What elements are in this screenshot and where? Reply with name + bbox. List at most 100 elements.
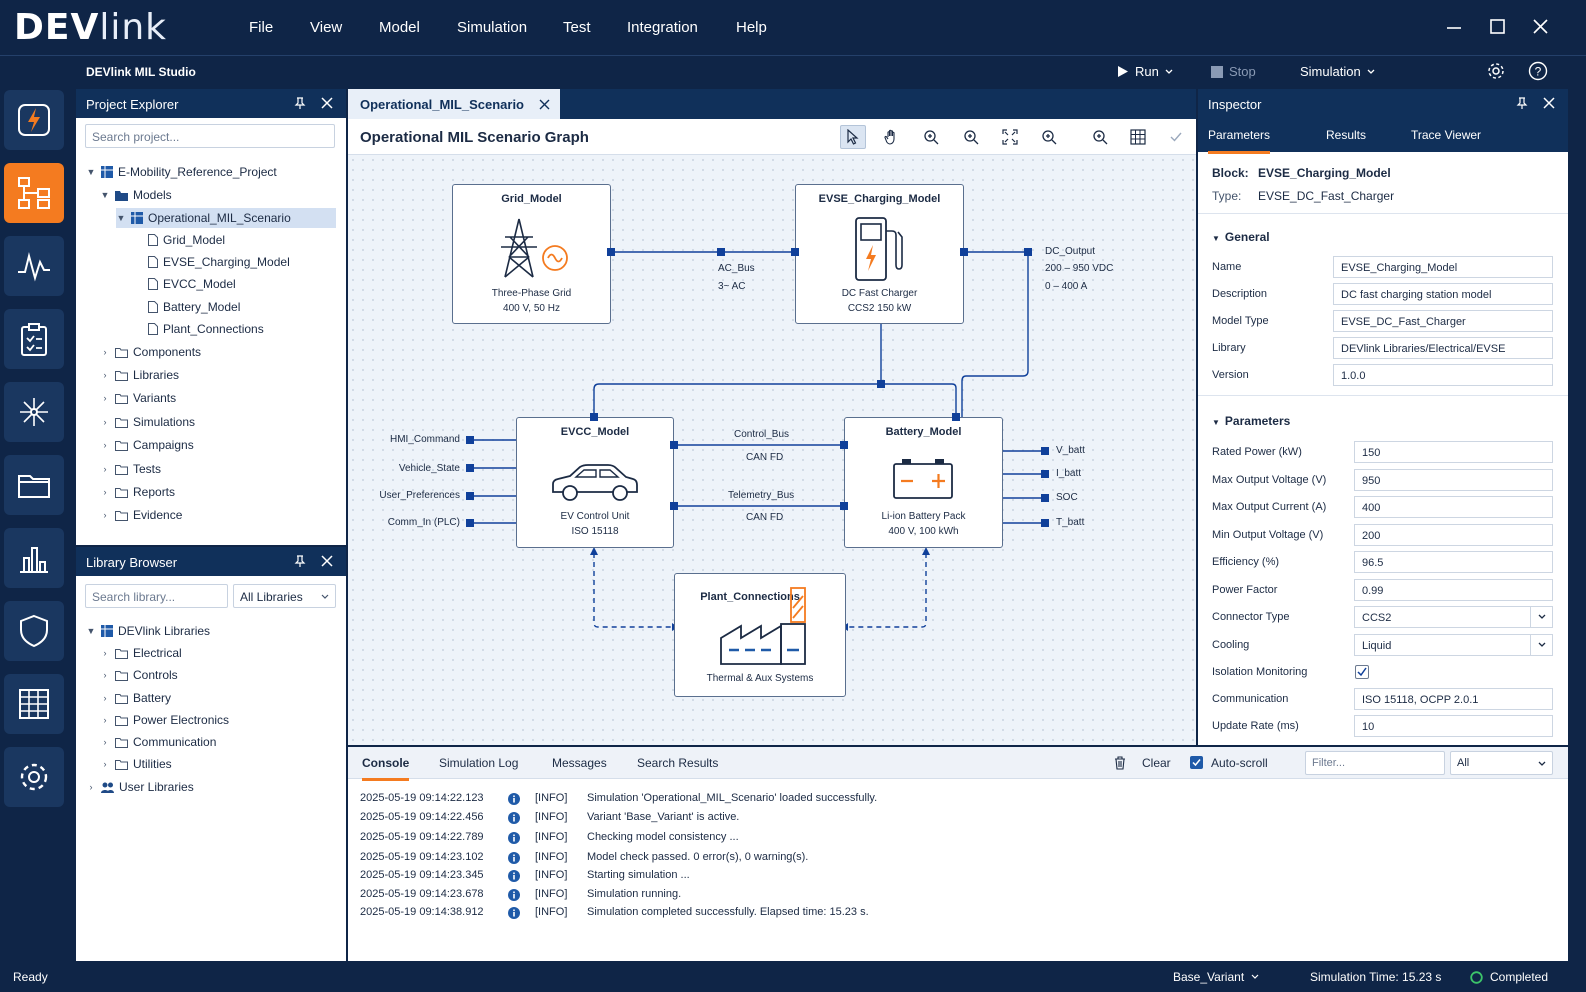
autoscroll-checkbox[interactable] bbox=[1190, 756, 1203, 769]
rated-power-field[interactable]: 150 bbox=[1354, 441, 1553, 463]
menu-model[interactable]: Model bbox=[379, 19, 420, 36]
library-search-input[interactable]: Search library... bbox=[85, 584, 228, 608]
tree-item-simulations[interactable]: › Simulations bbox=[100, 412, 196, 432]
library-filter-select[interactable]: All Libraries bbox=[233, 584, 336, 608]
model-graph-icon[interactable] bbox=[4, 163, 64, 223]
tree-item-plant-connections[interactable]: Plant_Connections bbox=[148, 319, 264, 339]
battery-control-port[interactable] bbox=[840, 441, 848, 449]
tree-item-operational-scenario[interactable]: ▼ Operational_MIL_Scenario bbox=[116, 208, 336, 228]
tree-item-models[interactable]: ▼ Models bbox=[100, 185, 172, 205]
pin-icon[interactable] bbox=[294, 97, 306, 110]
evse-dc-output-port[interactable] bbox=[960, 248, 968, 256]
signal-chart-icon[interactable] bbox=[4, 236, 64, 296]
battery-telemetry-port[interactable] bbox=[840, 502, 848, 510]
menu-file[interactable]: File bbox=[249, 19, 273, 36]
settings-gear-icon[interactable] bbox=[4, 747, 64, 807]
tree-item-grid-model[interactable]: Grid_Model bbox=[148, 230, 225, 250]
connector-type-select[interactable]: CCS2 bbox=[1354, 606, 1553, 628]
variant-selector[interactable]: Base_Variant bbox=[1173, 970, 1259, 984]
pin-icon[interactable] bbox=[294, 555, 306, 568]
close-icon[interactable] bbox=[539, 99, 550, 110]
library-field[interactable]: DEVlink Libraries/Electrical/EVSE bbox=[1333, 337, 1553, 359]
settings-gear-icon[interactable] bbox=[1486, 61, 1506, 81]
close-window-icon[interactable] bbox=[1528, 14, 1554, 40]
menu-help[interactable]: Help bbox=[736, 19, 767, 36]
tab-console[interactable]: Console bbox=[362, 756, 410, 781]
log-level-select[interactable]: All bbox=[1450, 751, 1553, 775]
model-type-field[interactable]: EVSE_DC_Fast_Charger bbox=[1333, 310, 1553, 332]
evse-model-block[interactable]: EVSE_Charging_Model DC Fast Charger CCS2… bbox=[795, 184, 964, 324]
tree-item-project[interactable]: ▼ E-Mobility_Reference_Project bbox=[86, 162, 277, 182]
evcc-power-port[interactable] bbox=[590, 413, 598, 421]
tree-item-variants[interactable]: › Variants bbox=[100, 388, 177, 408]
version-field[interactable]: 1.0.0 bbox=[1333, 364, 1553, 386]
tab-messages[interactable]: Messages bbox=[552, 756, 607, 770]
tab-parameters[interactable]: Parameters bbox=[1208, 128, 1271, 154]
min-voltage-field[interactable]: 200 bbox=[1354, 524, 1553, 546]
menu-simulation[interactable]: Simulation bbox=[457, 19, 527, 36]
isolation-monitoring-checkbox[interactable] bbox=[1355, 665, 1369, 679]
cooling-select[interactable]: Liquid bbox=[1354, 634, 1553, 656]
menu-integration[interactable]: Integration bbox=[627, 19, 698, 36]
check-icon[interactable] bbox=[1163, 125, 1189, 149]
simulation-dropdown[interactable]: Simulation bbox=[1300, 64, 1375, 79]
minimize-icon[interactable] bbox=[1441, 14, 1467, 40]
i-batt-port[interactable] bbox=[1041, 470, 1049, 478]
tab-trace-viewer[interactable]: Trace Viewer bbox=[1411, 128, 1481, 142]
grid-toggle-icon[interactable] bbox=[1125, 125, 1151, 149]
close-icon[interactable] bbox=[320, 554, 334, 568]
spreadsheet-icon[interactable] bbox=[4, 674, 64, 734]
project-search-input[interactable]: Search project... bbox=[85, 124, 335, 148]
tree-item-battery-model[interactable]: Battery_Model bbox=[148, 297, 240, 317]
power-factor-field[interactable]: 0.99 bbox=[1354, 579, 1553, 601]
battery-model-block[interactable]: Battery_Model Li-ion Battery Pack 400 V,… bbox=[844, 417, 1003, 548]
shield-icon[interactable] bbox=[4, 601, 64, 661]
tree-item-reports[interactable]: › Reports bbox=[100, 482, 176, 502]
name-field[interactable]: EVSE_Charging_Model bbox=[1333, 256, 1553, 278]
menu-test[interactable]: Test bbox=[563, 19, 591, 36]
ac-bus-junction[interactable] bbox=[717, 248, 725, 256]
description-field[interactable]: DC fast charging station model bbox=[1333, 283, 1553, 305]
hmi-command-port[interactable] bbox=[466, 436, 474, 444]
zoom-out-icon[interactable] bbox=[958, 125, 984, 149]
tab-search-results[interactable]: Search Results bbox=[637, 756, 718, 770]
tab-simulation-log[interactable]: Simulation Log bbox=[439, 756, 518, 770]
graph-canvas[interactable]: Grid_Model Three-Phase Grid 400 V, 50 Hz… bbox=[348, 155, 1196, 745]
efficiency-field[interactable]: 96.5 bbox=[1354, 551, 1553, 573]
clear-button[interactable]: Clear bbox=[1142, 756, 1171, 770]
dc-bus-junction[interactable] bbox=[877, 380, 885, 388]
stop-button[interactable]: Stop bbox=[1211, 64, 1256, 79]
tree-item-evidence[interactable]: › Evidence bbox=[100, 505, 183, 525]
menu-view[interactable]: View bbox=[310, 19, 342, 36]
vehicle-state-port[interactable] bbox=[466, 464, 474, 472]
tree-item-tests[interactable]: › Tests bbox=[100, 459, 162, 479]
pin-icon[interactable] bbox=[1516, 97, 1528, 110]
test-clipboard-icon[interactable] bbox=[4, 309, 64, 369]
tree-item-communication[interactable]: › Communication bbox=[100, 732, 217, 752]
comm-in-port[interactable] bbox=[466, 519, 474, 527]
select-pointer-icon[interactable] bbox=[840, 125, 866, 149]
tree-item-electrical[interactable]: › Electrical bbox=[100, 643, 182, 663]
tree-item-devlink-libraries[interactable]: ▼ DEVlink Libraries bbox=[86, 621, 211, 641]
help-icon[interactable]: ? bbox=[1528, 61, 1548, 81]
communication-field[interactable]: ISO 15118, OCPP 2.0.1 bbox=[1354, 688, 1553, 710]
user-preferences-port[interactable] bbox=[466, 492, 474, 500]
battery-power-port[interactable] bbox=[952, 413, 960, 421]
v-batt-port[interactable] bbox=[1041, 447, 1049, 455]
evcc-telemetry-port[interactable] bbox=[670, 502, 678, 510]
evcc-model-block[interactable]: EVCC_Model EV Control Unit ISO 15118 bbox=[516, 417, 674, 548]
tree-item-user-libraries[interactable]: › User Libraries bbox=[86, 777, 194, 797]
zoom-reset-icon[interactable] bbox=[1036, 125, 1062, 149]
tab-results[interactable]: Results bbox=[1326, 128, 1366, 142]
soc-port[interactable] bbox=[1041, 494, 1049, 502]
max-voltage-field[interactable]: 950 bbox=[1354, 469, 1553, 491]
tree-item-controls[interactable]: › Controls bbox=[100, 665, 178, 685]
close-icon[interactable] bbox=[1542, 96, 1556, 110]
evse-ac-input-port[interactable] bbox=[791, 248, 799, 256]
max-current-field[interactable]: 400 bbox=[1354, 496, 1553, 518]
tree-item-evcc-model[interactable]: EVCC_Model bbox=[148, 274, 236, 294]
tree-item-utilities[interactable]: › Utilities bbox=[100, 754, 172, 774]
general-section-header[interactable]: ▼ General bbox=[1212, 230, 1270, 244]
tab-operational-scenario[interactable]: Operational_MIL_Scenario bbox=[348, 89, 560, 119]
console-filter-input[interactable]: Filter... bbox=[1305, 751, 1445, 775]
